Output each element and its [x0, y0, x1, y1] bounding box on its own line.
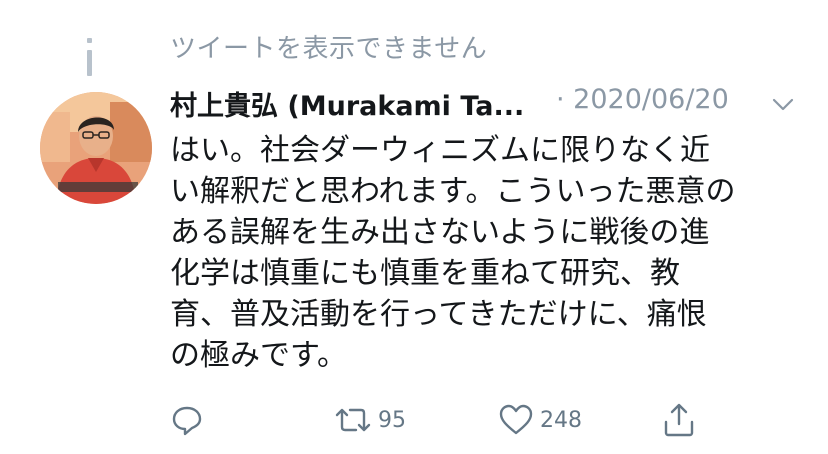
info-icon	[87, 38, 92, 76]
tweet-text-line: はい。社会ダーウィニズムに限りなく近	[170, 133, 710, 168]
retweet-count: 95	[378, 407, 406, 433]
retweet-icon	[335, 408, 371, 432]
chevron-down-icon[interactable]	[772, 98, 794, 112]
retweet-button[interactable]: 95	[334, 400, 406, 440]
author-name[interactable]: 村上貴弘 (Murakami Ta...	[170, 84, 524, 123]
tweet-text: はい。社会ダーウィニズムに限りなく近 い解釈だと思われます。こういった悪意の あ…	[170, 130, 770, 376]
unavailable-message: ツイートを表示できません	[170, 34, 488, 64]
tweet-unavailable-notice: ツイートを表示できません	[0, 24, 828, 76]
tweet-text-line: い解釈だと思われます。こういった悪意の	[170, 174, 736, 209]
reply-button[interactable]	[170, 400, 204, 440]
share-button[interactable]	[662, 400, 696, 440]
avatar[interactable]	[40, 92, 152, 204]
tweet-actions: 95 248	[0, 400, 828, 444]
heart-icon	[499, 404, 533, 435]
tweet-date[interactable]: · 2020/06/20	[556, 84, 729, 115]
tweet-header: 村上貴弘 (Murakami Ta... · 2020/06/20	[170, 84, 810, 128]
tweet-text-line: 化学は慎重にも慎重を重ねて研究、教	[170, 256, 680, 291]
tweet-text-line: 育、普及活動を行ってきただけに、痛恨	[170, 297, 707, 332]
tweet-text-line: ある誤解を生み出さないように戦後の進	[170, 215, 710, 250]
avatar-image	[40, 92, 152, 204]
tweet-text-line: の極みです。	[170, 338, 347, 373]
share-icon	[664, 403, 694, 437]
like-count: 248	[540, 407, 582, 433]
like-button[interactable]: 248	[498, 400, 582, 440]
reply-icon	[172, 406, 202, 436]
